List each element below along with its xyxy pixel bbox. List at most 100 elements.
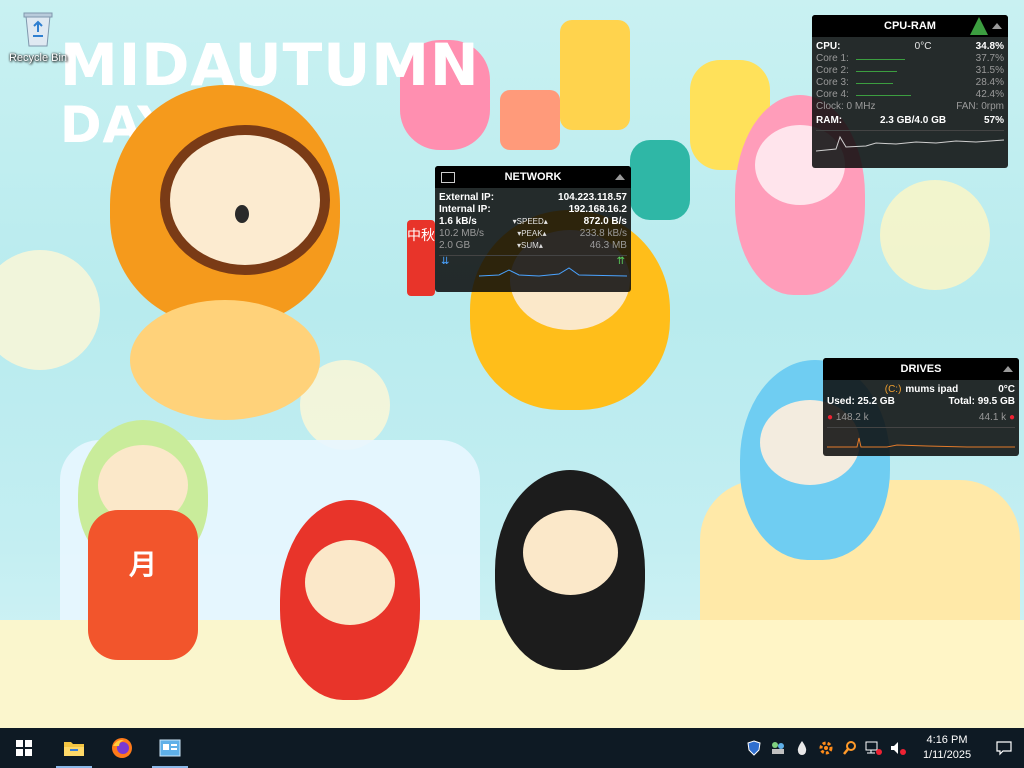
peak-label-wrap: ▾PEAK▴ [517, 229, 547, 238]
taskbar-clock[interactable]: 4:16 PM 1/11/2025 [910, 733, 984, 763]
drives-header[interactable]: DRIVES [823, 358, 1019, 380]
drive-name: mums ipad [905, 384, 959, 395]
download-arrow-icon: ⇊ [441, 256, 450, 267]
control-panel-icon [159, 739, 181, 757]
sum-up: 46.3 MB [589, 240, 627, 251]
file-explorer-icon [64, 742, 84, 756]
drive-used: Used: 25.2 GB [827, 396, 895, 407]
recycle-bin-shortcut[interactable]: Recycle Bin [6, 8, 70, 64]
core-usage-bar [856, 83, 893, 84]
tray-drop-icon[interactable] [790, 728, 814, 768]
wallpaper-lantern [500, 90, 560, 150]
drives-title: DRIVES [900, 363, 942, 375]
drive-name-row: (C:) mums ipad 0°C [823, 384, 1019, 396]
speed-label-wrap: ▾SPEED▴ [512, 217, 548, 226]
core-value: 31.5% [975, 65, 1004, 76]
core-usage-bar [856, 95, 911, 96]
tray-network-icon[interactable] [862, 728, 886, 768]
cpu-temp: 0°C [914, 41, 932, 52]
collapse-icon[interactable] [992, 23, 1002, 29]
core-value: 37.7% [975, 53, 1004, 64]
network-graph: ⇊ ⇈ [439, 255, 627, 278]
core-label: Core 3: [816, 77, 849, 88]
windows-start-icon [16, 740, 32, 756]
wallpaper-sign: 中秋 [407, 220, 435, 296]
upload-arrow-icon: ⇈ [616, 256, 625, 267]
core-value: 28.4% [975, 77, 1004, 88]
peak-down: 10.2 MB/s [439, 228, 485, 239]
external-ip-value: 104.223.118.57 [558, 192, 627, 203]
action-center-button[interactable] [984, 728, 1024, 768]
wallpaper-black-character [495, 470, 645, 670]
core-label: Core 4: [816, 89, 849, 100]
recycle-bin-icon [21, 8, 55, 48]
drives-gadget[interactable]: DRIVES (C:) mums ipad 0°C Used: 25.2 GB … [823, 358, 1019, 456]
ram-graph [816, 130, 1004, 153]
wallpaper-red-character [280, 500, 420, 700]
notification-icon [996, 741, 1012, 756]
wallpaper-lantern [630, 140, 690, 220]
cpu-clock: Clock: 0 MHz [816, 101, 876, 112]
wallpaper-lantern [560, 20, 630, 130]
clock-fan-row: Clock: 0 MHz FAN: 0rpm [812, 101, 1008, 113]
control-panel-button[interactable] [146, 728, 194, 768]
cpu-label: CPU: [816, 41, 841, 52]
ram-row: RAM: 2.3 GB/4.0 GB 57% [812, 115, 1008, 127]
tray-gear-icon[interactable] [814, 728, 838, 768]
tree-icon [970, 17, 988, 35]
core-row: Core 4: 42.4% [812, 89, 1008, 101]
drive-write-rate: 44.1 k [978, 412, 1007, 423]
peak-label: PEAK [521, 229, 543, 238]
speed-label: SPEED [516, 217, 544, 226]
core-row: Core 2: 31.5% [812, 65, 1008, 77]
cpu-ram-header[interactable]: CPU-RAM [812, 15, 1008, 37]
sum-label-wrap: ▾SUM▴ [517, 241, 543, 250]
ram-label: RAM: [816, 115, 843, 126]
write-dot-icon: ● [1008, 412, 1015, 423]
peak-row: 10.2 MB/s ▾PEAK▴ 233.8 kB/s [435, 228, 631, 240]
core-usage-bar [856, 71, 897, 72]
wallpaper-bubble [0, 250, 100, 370]
network-header[interactable]: NETWORK [435, 166, 631, 188]
network-gadget[interactable]: NETWORK External IP: 104.223.118.57 Inte… [435, 166, 631, 292]
collapse-icon[interactable] [615, 174, 625, 180]
firefox-icon [112, 738, 132, 758]
cpu-row: CPU: 0°C 34.8% [812, 41, 1008, 53]
collapse-icon[interactable] [1003, 366, 1013, 372]
ram-usage: 2.3 GB/4.0 GB [879, 115, 947, 126]
sum-label: SUM [521, 241, 539, 250]
drive-letter: (C:) [884, 384, 902, 395]
sum-down: 2.0 GB [439, 240, 471, 251]
internal-ip-label: Internal IP: [439, 204, 491, 215]
drive-temp: 0°C [998, 384, 1015, 395]
ram-percent: 57% [983, 115, 1004, 126]
tray-volume-muted-icon[interactable] [886, 728, 910, 768]
tray-shield-icon[interactable] [742, 728, 766, 768]
drive-write-wrap: 44.1 k ● [979, 412, 1015, 424]
wallpaper-orange-character [110, 85, 340, 325]
internal-ip-row: Internal IP: 192.168.16.2 [435, 204, 631, 216]
external-ip-label: External IP: [439, 192, 495, 203]
wallpaper-sign-text: 中秋 [407, 227, 435, 243]
external-ip-row: External IP: 104.223.118.57 [435, 192, 631, 204]
core-value: 42.4% [975, 89, 1004, 100]
cpu-ram-gadget[interactable]: CPU-RAM CPU: 0°C 34.8% Core 1: 37.7% Core … [812, 15, 1008, 168]
core-label: Core 1: [816, 53, 849, 64]
firefox-button[interactable] [98, 728, 146, 768]
core-label: Core 2: [816, 65, 849, 76]
speed-up: 872.0 B/s [583, 216, 627, 227]
speed-row: 1.6 kB/s ▾SPEED▴ 872.0 B/s [435, 216, 631, 228]
tray-network-users-icon[interactable] [766, 728, 790, 768]
start-button[interactable] [0, 728, 48, 768]
file-explorer-button[interactable] [50, 728, 98, 768]
peak-up: 233.8 kB/s [579, 228, 627, 239]
clock-date: 1/11/2025 [922, 749, 972, 761]
core-usage-bar [856, 59, 905, 60]
cpu-ram-title: CPU-RAM [884, 20, 936, 32]
wallpaper-red-lantern: 月 [88, 510, 198, 660]
taskbar: 4:16 PM 1/11/2025 [0, 728, 1024, 768]
recycle-bin-label: Recycle Bin [8, 52, 68, 64]
tray-search-icon[interactable] [838, 728, 862, 768]
core-row: Core 3: 28.4% [812, 77, 1008, 89]
drive-graph [827, 427, 1015, 448]
